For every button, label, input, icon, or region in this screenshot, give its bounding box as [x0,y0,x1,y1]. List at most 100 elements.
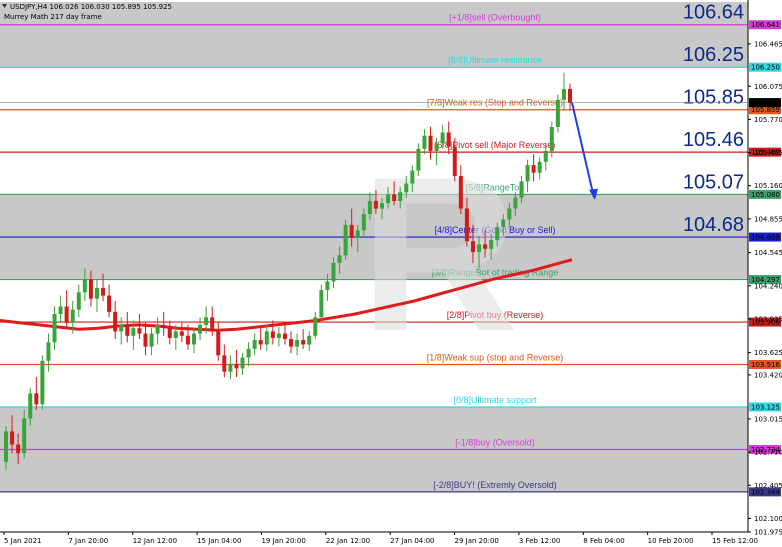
candle-body [355,230,360,238]
x-tick-label: 5 Jan 2021 [4,537,42,545]
candle-body [349,224,354,238]
candle-body [234,364,239,369]
candle-body [361,214,366,231]
level-value-label: 106.64 [683,2,744,24]
watermark-logo: R [360,131,519,377]
candle-body [119,324,124,332]
y-tick-label: 104.545 [754,249,782,257]
candle-body [204,317,209,325]
candle-body [470,241,475,253]
candle-body [380,203,384,209]
candle-body [22,418,27,454]
level-value-label: 106.25 [683,44,744,66]
candle-body [525,165,530,182]
candle-body [228,364,233,372]
candle-body [40,360,45,405]
candle-body [367,200,372,214]
candle-body [343,224,348,256]
price-chart[interactable]: [+1/8]sell (Overbought) 106.64 [8/8]Ultima… [0,0,782,547]
candle-body [416,148,421,171]
y-tick-label: 106.465 [754,40,782,48]
murrey-label: [0/8]Ultimate support [453,395,537,405]
current-price-text: 105.925 [751,99,780,107]
level-value-label: 104.68 [683,214,744,236]
candle-body [289,339,294,347]
candle-body [216,331,221,356]
candle-body [313,317,318,336]
candle-body [246,348,251,358]
x-tick-label: 7 Jan 20:00 [68,537,108,545]
candle-body [452,146,457,176]
candle-body [404,183,409,193]
x-tick-label: 8 Feb 04:00 [583,537,624,545]
indicator-header: Murrey Math 217 day frame [4,13,102,21]
level-price-tag-text: 106.641 [751,21,780,29]
candle-body [125,324,130,336]
candle-body [386,194,391,204]
level-price-tag-text: 104.688 [751,234,780,242]
candle-body [252,340,257,349]
candle-body [331,262,336,282]
y-tick-label: 105.770 [754,116,782,124]
level-value-label: 105.46 [683,129,744,151]
candle-body [10,431,15,445]
y-tick-label: 103.420 [754,371,782,379]
candle-body [52,314,57,343]
x-tick-label: 3 Feb 12:00 [519,537,560,545]
candle-body [167,328,172,338]
candle-body [337,255,342,263]
candle-body [513,197,518,209]
murrey-label: [+1/8]sell (Overbought) [449,13,541,23]
candle-body [319,290,324,318]
candle-body [568,88,572,103]
candle-body [46,342,51,361]
candle-body [222,355,227,372]
y-tick-label: 102.100 [754,515,782,523]
candle-body [282,333,287,340]
y-tick-label: 101.975 [754,529,782,537]
candle-body [64,306,69,323]
x-tick-label: 10 Feb 20:00 [648,537,694,545]
level-price-tag-text: 105.080 [751,191,780,199]
candle-body [107,295,112,312]
candle-body [398,192,403,201]
candle-body [70,309,75,323]
candle-body [198,324,203,334]
candle-body [16,444,21,454]
candle-body [143,333,148,347]
murrey-label: [-2/8]BUY! (Extremly Oversold) [433,480,557,490]
candle-body [270,331,275,338]
candle-body [477,244,482,253]
level-price-tag-text: 103.125 [751,403,780,411]
y-tick-label: 105.465 [754,149,782,157]
candle-body [537,161,542,173]
candle-body [149,333,154,347]
candle-body [94,287,99,299]
y-tick-label: 103.015 [754,415,782,423]
x-tick-label: 27 Jan 04:00 [390,537,434,545]
forecast-arrow-shaft [571,102,595,198]
candle-body [464,208,469,242]
candle-body [301,340,306,345]
candle-body [173,331,178,338]
x-tick-label: 15 Jan 04:00 [197,537,241,545]
candle-body [373,200,378,209]
candle-body [483,244,488,249]
level-price-tag-text: 103.516 [751,361,780,369]
candle-body [210,317,215,332]
candle-body [458,175,463,209]
candle-body [434,143,439,151]
x-tick-label: 12 Jan 12:00 [133,537,177,545]
chart-window: [+1/8]sell (Overbought) 106.64 [8/8]Ultima… [0,0,782,547]
candle-body [495,227,500,241]
candle-body [137,328,142,334]
candle-body [192,333,196,345]
x-tick-label: 19 Jan 20:00 [261,537,305,545]
candle-body [555,99,560,128]
level-value-label: 105.85 [683,87,744,109]
candle-body [185,335,190,345]
candle-body [307,335,312,345]
y-tick-label: 104.240 [754,282,782,290]
y-tick-label: 105.160 [754,182,782,190]
y-tick-label: 102.405 [754,482,782,490]
